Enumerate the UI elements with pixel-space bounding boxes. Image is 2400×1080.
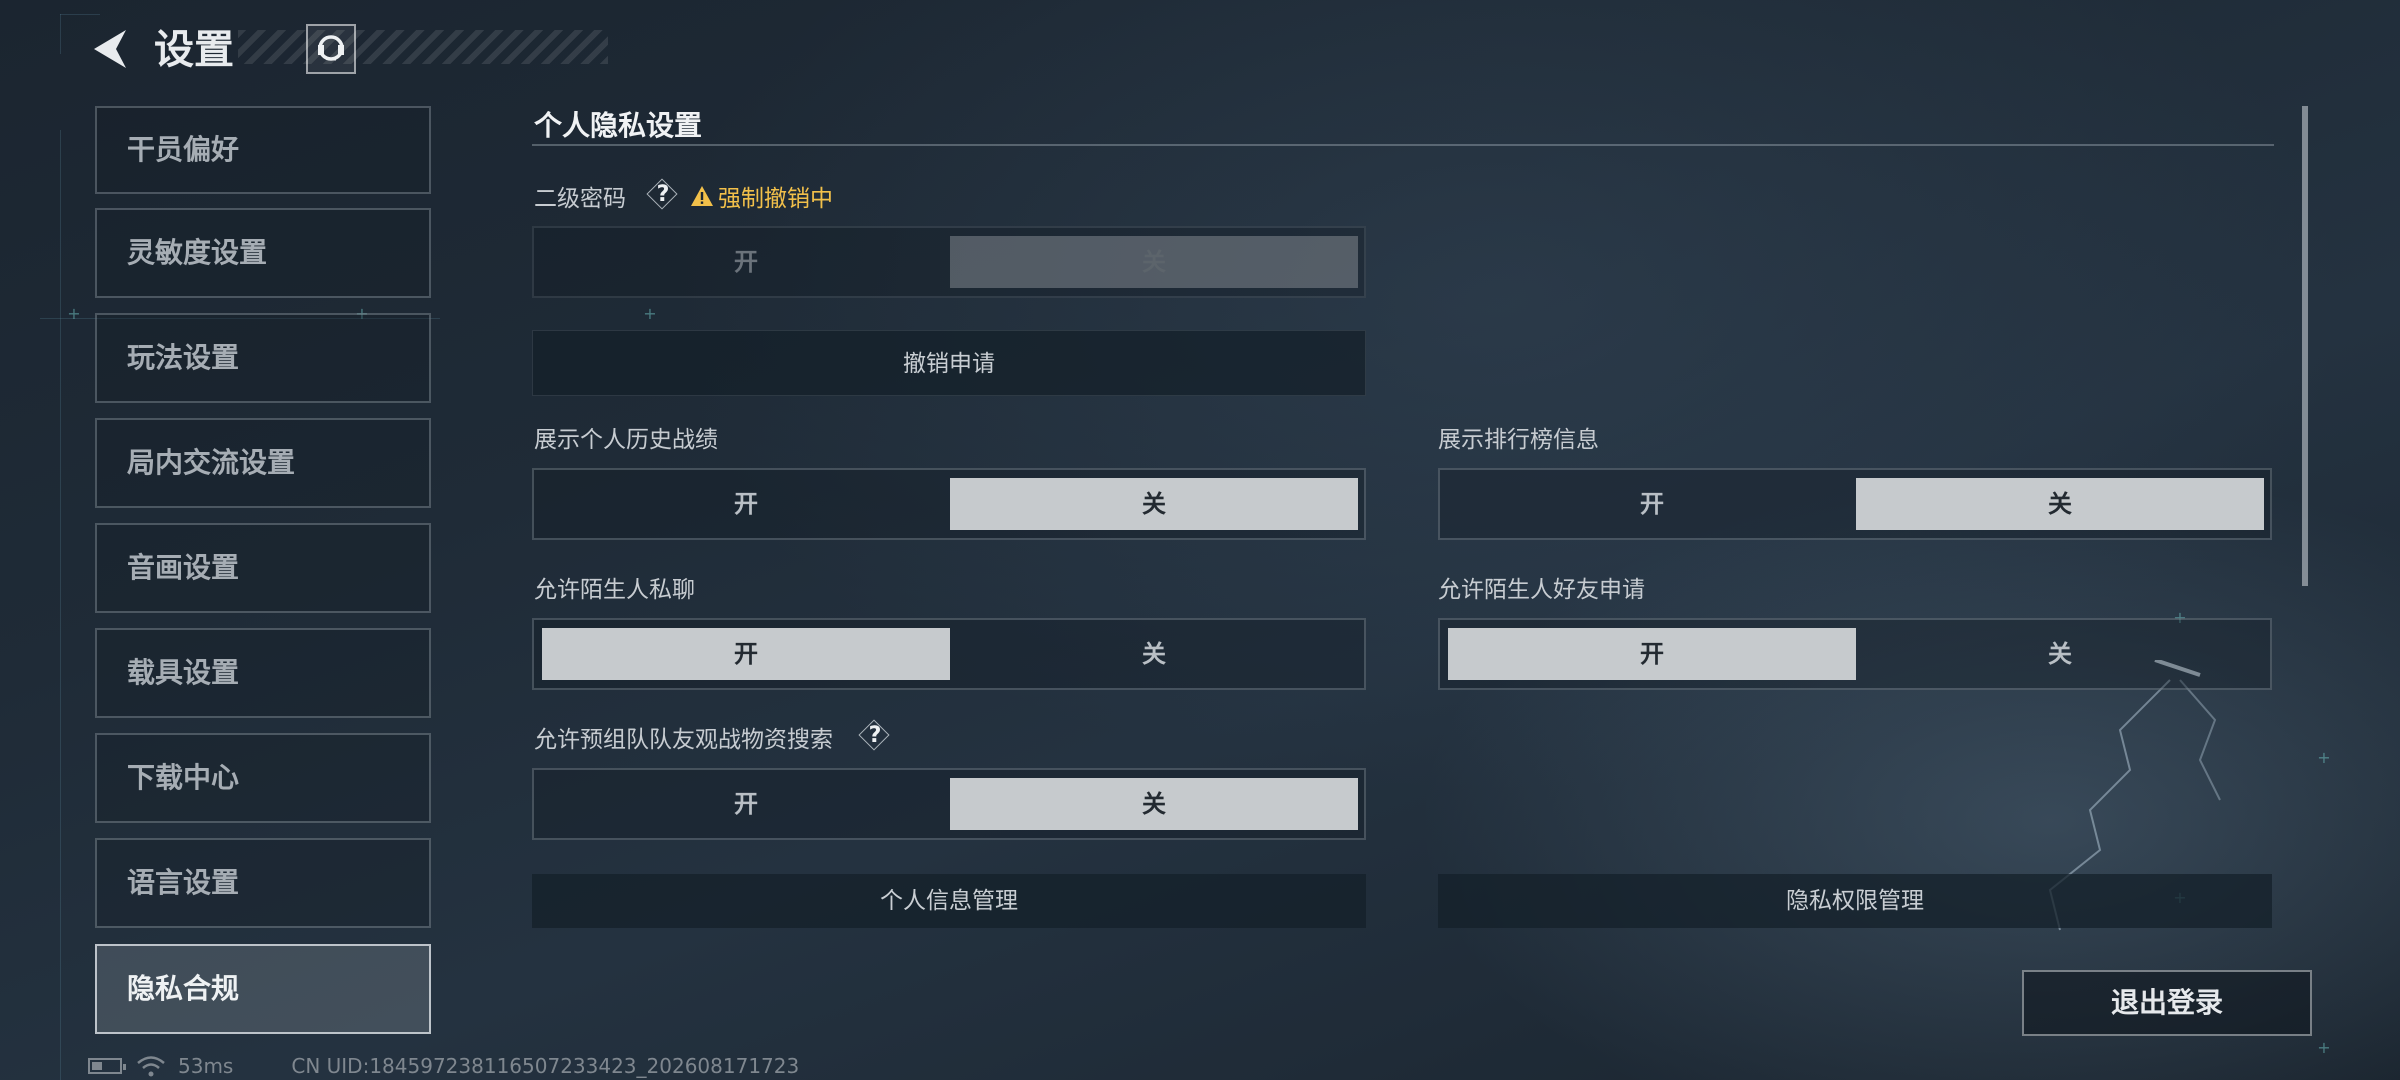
toggle-on-option[interactable]: 开	[1448, 628, 1856, 680]
sidebar-item-operator-preference[interactable]: 干员偏好	[95, 106, 431, 194]
warning-icon	[691, 186, 713, 206]
ping-value: 53ms	[178, 1054, 234, 1078]
stranger-chat-label: 允许陌生人私聊	[534, 577, 695, 603]
personal-info-management-button[interactable]: 个人信息管理	[532, 874, 1366, 928]
customer-support-button[interactable]	[306, 24, 356, 74]
sidebar-item-gameplay[interactable]: 玩法设置	[95, 313, 431, 403]
toggle-on-option[interactable]: 开	[542, 628, 950, 680]
help-icon[interactable]: ?	[858, 719, 892, 753]
header-stripe-decoration	[238, 30, 608, 64]
logout-button[interactable]: 退出登录	[2022, 970, 2312, 1036]
revoke-warning: 强制撤销中	[690, 179, 833, 213]
header: 设置	[88, 22, 608, 78]
warning-text: 强制撤销中	[718, 186, 833, 212]
user-uid: CN UID:1845972381165072334​23_2026081717…	[291, 1054, 800, 1078]
back-arrow-icon	[94, 30, 126, 68]
sidebar-item-label: 载具设置	[127, 656, 240, 689]
page-title: 设置	[154, 27, 234, 73]
sidebar-item-sensitivity[interactable]: 灵敏度设置	[95, 208, 431, 298]
revoke-request-button[interactable]: 撤销申请	[532, 330, 1366, 396]
back-button[interactable]	[88, 24, 132, 74]
battery-icon	[88, 1058, 126, 1074]
secondary-password-toggle: 开 关	[532, 226, 1366, 298]
sidebar-item-label: 玩法设置	[127, 341, 240, 374]
sidebar-item-language[interactable]: 语言设置	[95, 838, 431, 928]
sidebar-item-label: 语言设置	[127, 866, 240, 899]
scrollbar[interactable]	[2302, 106, 2308, 586]
section-divider	[532, 144, 2274, 146]
show-leaderboard-label: 展示排行榜信息	[1438, 427, 1599, 453]
sidebar-item-download-center[interactable]: 下载中心	[95, 733, 431, 823]
sidebar-item-vehicle[interactable]: 载具设置	[95, 628, 431, 718]
stranger-friend-request-label: 允许陌生人好友申请	[1438, 577, 1645, 603]
toggle-off-option[interactable]: 关	[950, 628, 1358, 680]
sidebar-item-privacy[interactable]: 隐私合规	[95, 944, 431, 1034]
sidebar-item-label: 音画设置	[127, 551, 240, 584]
team-spectate-search-label: 允许预组队队友观战物资搜索	[534, 727, 833, 753]
toggle-off-option[interactable]: 关	[950, 478, 1358, 530]
show-history-label: 展示个人历史战绩	[534, 427, 718, 453]
show-leaderboard-toggle: 开 关	[1438, 468, 2272, 540]
help-icon[interactable]: ?	[646, 178, 680, 212]
sidebar-item-label: 灵敏度设置	[127, 236, 268, 269]
sidebar-item-label: 下载中心	[127, 761, 240, 794]
sidebar-item-label: 局内交流设置	[127, 446, 296, 479]
sidebar-item-communication[interactable]: 局内交流设置	[95, 418, 431, 508]
team-spectate-search-toggle: 开 关	[532, 768, 1366, 840]
toggle-on-option[interactable]: 开	[542, 778, 950, 830]
status-bar: 53ms CN UID:1845972381165072334​23_20260…	[88, 1052, 799, 1080]
stranger-chat-toggle: 开 关	[532, 618, 1366, 690]
toggle-off-option[interactable]: 关	[1856, 628, 2264, 680]
stranger-friend-request-toggle: 开 关	[1438, 618, 2272, 690]
toggle-off-option[interactable]: 关	[950, 778, 1358, 830]
privacy-permission-management-button[interactable]: 隐私权限管理	[1438, 874, 2272, 928]
section-title: 个人隐私设置	[534, 109, 703, 142]
show-history-toggle: 开 关	[532, 468, 1366, 540]
customer-support-icon	[318, 35, 344, 61]
wifi-icon	[137, 1056, 165, 1077]
toggle-off-option[interactable]: 关	[1856, 478, 2264, 530]
sidebar-item-label: 隐私合规	[127, 972, 240, 1005]
sidebar-item-audio-video[interactable]: 音画设置	[95, 523, 431, 613]
toggle-on-option: 开	[734, 248, 758, 276]
toggle-on-option[interactable]: 开	[1448, 478, 1856, 530]
secondary-password-label: 二级密码	[534, 186, 626, 212]
toggle-on-option[interactable]: 开	[542, 478, 950, 530]
toggle-off-option: 关	[950, 236, 1358, 288]
sidebar-item-label: 干员偏好	[127, 133, 240, 166]
